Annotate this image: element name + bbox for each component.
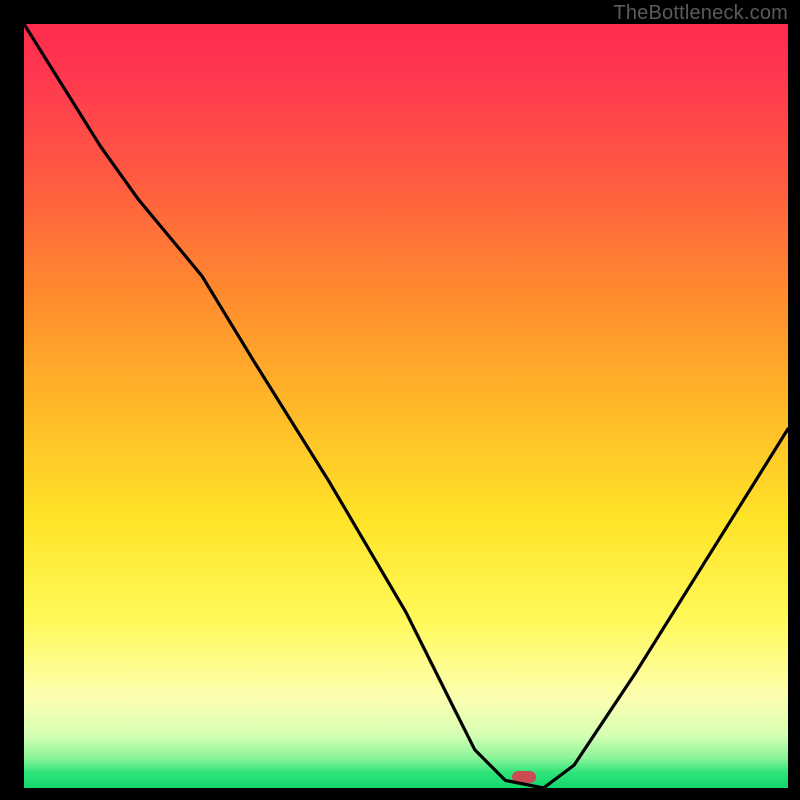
plot-area <box>24 24 788 788</box>
curve-path <box>24 24 788 788</box>
bottleneck-curve <box>24 24 788 788</box>
watermark-label: TheBottleneck.com <box>613 2 788 25</box>
chart-frame: TheBottleneck.com <box>0 0 800 800</box>
